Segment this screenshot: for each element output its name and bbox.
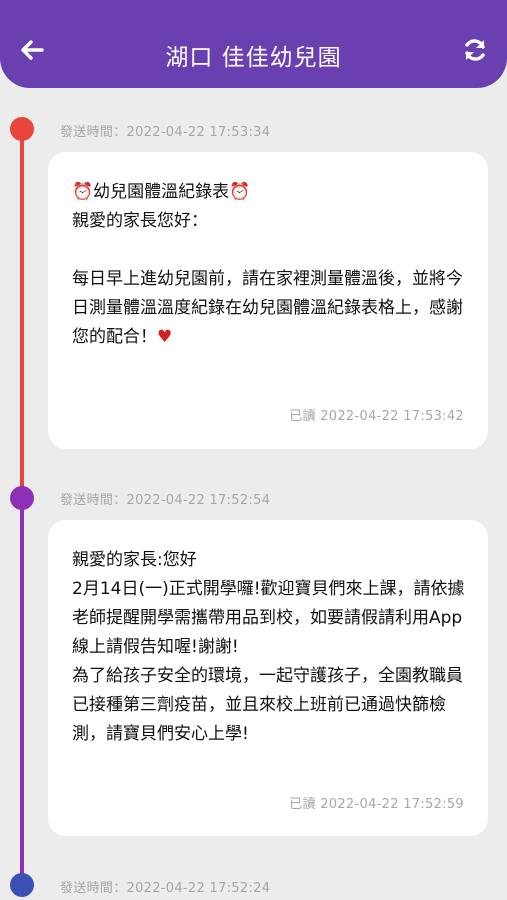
message-body: ⏰幼兒園體溫紀錄表⏰ 親愛的家長您好： 每日早上進幼兒園前，請在家裡測量體溫後，…: [72, 182, 463, 347]
timeline-line: [20, 498, 24, 885]
page-title: 湖口 佳佳幼兒園: [165, 45, 342, 71]
message-body: 親愛的家長:您好 2月14日(一)正式開學囉!歡迎寶貝們來上課，請依據老師提醒開…: [72, 550, 465, 744]
app-header: 湖口 佳佳幼兒園: [0, 0, 507, 88]
sent-time: 發送時間：2022-04-22 17:52:24: [60, 881, 271, 896]
message-timeline: 發送時間：2022-04-22 17:53:34 ⏰幼兒園體溫紀錄表⏰ 親愛的家…: [0, 0, 507, 900]
message-card[interactable]: 親愛的家長:您好 2月14日(一)正式開學囉!歡迎寶貝們來上課，請依據老師提醒開…: [48, 520, 488, 836]
timeline-dot: [10, 873, 34, 897]
sent-time: 發送時間：2022-04-22 17:53:34: [60, 125, 271, 140]
sent-time: 發送時間：2022-04-22 17:52:54: [60, 493, 271, 508]
refresh-icon: [465, 39, 485, 61]
message-card[interactable]: ⏰幼兒園體溫紀錄表⏰ 親愛的家長您好： 每日早上進幼兒園前，請在家裡測量體溫後，…: [48, 152, 488, 449]
timeline-line: [20, 130, 24, 498]
refresh-button[interactable]: [461, 36, 489, 64]
timeline-dot: [10, 486, 34, 510]
read-time: 已讀 2022-04-22 17:53:42: [289, 409, 464, 424]
read-time: 已讀 2022-04-22 17:52:59: [289, 797, 464, 812]
timeline-dot: [10, 117, 34, 141]
